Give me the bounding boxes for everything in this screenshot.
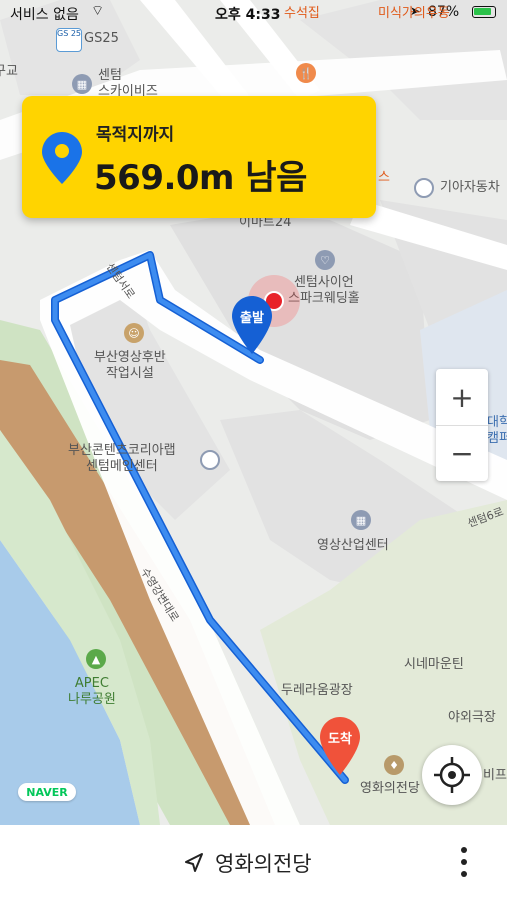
- industry-label: 영상산업센터: [317, 538, 389, 553]
- sinema-label: 시네마운틴: [404, 657, 464, 672]
- gs25-badge: GS 25: [56, 28, 82, 52]
- s-label: 스: [378, 170, 390, 185]
- remaining-distance: 569.0m 남음: [94, 158, 307, 198]
- park-icon: ▲: [86, 649, 106, 669]
- map-view[interactable]: 서비스 없음 ⌔ 오후 4:33 ➤ 87% GS 25 GS25 구교 ▦ 센…: [0, 0, 507, 825]
- cinema-center-label: 영화의전당: [360, 781, 420, 796]
- destination-name: 영화의전당: [215, 852, 312, 876]
- mishik-label: 미식가의우동: [378, 6, 450, 21]
- destination-bar[interactable]: 영화의전당: [183, 848, 312, 878]
- more-options-button[interactable]: [452, 845, 476, 879]
- start-pin-label: 출발: [240, 310, 264, 326]
- building-icon: ▦: [72, 74, 92, 94]
- zoom-control: + −: [436, 369, 488, 481]
- naver-logo[interactable]: NAVER: [18, 783, 76, 801]
- kia-label: 기아자동차: [440, 180, 500, 195]
- wedding-icon: ♡: [315, 250, 335, 270]
- postprod-label: 부산영상후반 작업시설: [94, 350, 166, 381]
- zoom-out-button[interactable]: −: [436, 425, 488, 481]
- bottom-bar: 영화의전당: [0, 825, 507, 900]
- time-text: 오후 4:33: [215, 7, 281, 23]
- daehak-label: 대학 캠퍼: [487, 415, 507, 446]
- susu-label: 수석집: [284, 6, 320, 21]
- apec-label: APEC 나루공원: [68, 676, 116, 707]
- gu-label: 구교: [0, 64, 18, 79]
- navigation-arrow-icon: [185, 853, 203, 872]
- more-vertical-icon: [461, 847, 467, 877]
- yaoe-label: 야외극장: [448, 710, 496, 725]
- carrier-text: 서비스 없음: [10, 7, 79, 23]
- cinema-icon: ♦: [384, 755, 404, 775]
- industry-icon: ▦: [351, 510, 371, 530]
- postprod-icon: ☺: [124, 323, 144, 343]
- zoom-in-button[interactable]: +: [436, 369, 488, 426]
- my-location-button[interactable]: [422, 745, 482, 805]
- destination-caption: 목적지까지: [96, 125, 175, 145]
- start-pin[interactable]: 출발: [232, 296, 272, 360]
- crosshair-icon: [434, 757, 470, 793]
- biff-label: 비프: [483, 768, 507, 783]
- end-pin[interactable]: 도착: [320, 717, 360, 781]
- end-pin-label: 도착: [328, 731, 352, 747]
- gs25-label: GS25: [84, 31, 119, 46]
- battery-icon: [472, 6, 496, 18]
- durae-label: 두레라움광장: [281, 683, 353, 698]
- contents-icon: [200, 450, 220, 470]
- wifi-icon: ⌔: [91, 3, 105, 19]
- contents-label: 부산콘텐츠코리아랩 센텀메인센터: [68, 443, 176, 474]
- car-dealer-icon: [414, 178, 434, 198]
- restaurant-icon: 🍴: [296, 63, 316, 83]
- navigation-card: 목적지까지 569.0m 남음: [22, 96, 376, 218]
- location-pin-icon: [42, 132, 82, 184]
